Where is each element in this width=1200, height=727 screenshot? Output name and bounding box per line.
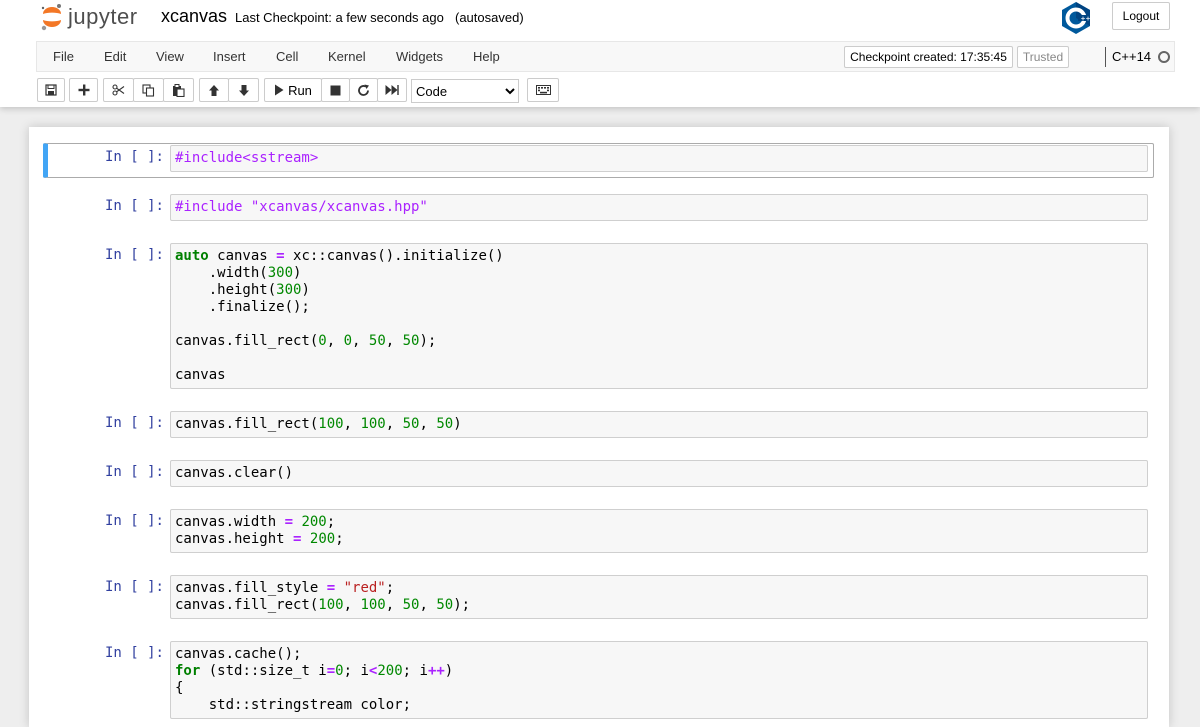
code-cell[interactable]: In [ ]: canvas.clear() [29,458,1169,493]
kernel-name[interactable]: C++14 [1112,49,1151,64]
run-button[interactable]: Run [264,78,322,102]
cpp-logo-icon: ++ [1060,1,1092,35]
menu-help[interactable]: Help [473,49,500,64]
input-prompt: In [ ]: [104,645,164,661]
arrow-down-icon [238,84,249,96]
notebook-name[interactable]: xcanvas [161,6,227,27]
code-line: canvas.width = 200; [175,514,336,530]
jupyter-logo-icon [41,4,61,31]
input-prompt: In [ ]: [104,198,164,214]
input-prompt: In [ ]: [104,415,164,431]
code-line: #include "xcanvas/xcanvas.hpp" [175,199,428,215]
kernel-separator [1105,47,1106,67]
paste-button[interactable] [163,78,194,102]
code-editor[interactable]: canvas.cache(); for (std::size_t i=0; i<2… [170,641,1148,719]
code-cell[interactable]: In [ ]: #include "xcanvas/xcanvas.hpp" [29,192,1169,227]
menu-kernel[interactable]: Kernel [328,49,366,64]
code-editor[interactable]: #include "xcanvas/xcanvas.hpp" [170,194,1148,221]
checkpoint-notification: Checkpoint created: 17:35:45 [844,46,1013,68]
trusted-indicator[interactable]: Trusted [1017,46,1069,68]
code-editor[interactable]: auto canvas = xc::canvas().initialize() … [170,243,1148,389]
keyboard-icon [535,85,551,95]
code-line: for (std::size_t i=0; i<200; i++) [175,663,454,679]
code-line: canvas.clear() [175,465,294,481]
run-label: Run [288,82,312,98]
code-line: canvas.fill_style = "red"; [175,580,395,596]
save-icon [45,84,57,96]
menu-edit[interactable]: Edit [104,49,126,64]
svg-text:++: ++ [1081,16,1091,23]
paste-icon [173,83,185,97]
input-prompt: In [ ]: [104,247,164,263]
code-line: auto canvas = xc::canvas().initialize() [175,248,504,264]
logout-button[interactable]: Logout [1112,2,1170,30]
move-down-button[interactable] [228,78,259,102]
play-icon [275,84,284,96]
code-cell[interactable]: In [ ]: canvas.width = 200; canvas.height … [29,507,1169,559]
restart-button[interactable] [349,78,378,102]
insert-cell-button[interactable] [69,78,98,102]
code-editor[interactable]: canvas.width = 200; canvas.height = 200; [170,509,1148,553]
code-line: .finalize(); [175,299,310,315]
code-cell[interactable]: In [ ]: #include<sstream> [43,143,1154,178]
code-editor[interactable]: canvas.fill_style = "red"; canvas.fill_re… [170,575,1148,619]
code-line: canvas.height = 200; [175,531,344,547]
menu-cell[interactable]: Cell [276,49,298,64]
copy-button[interactable] [133,78,164,102]
code-line: canvas.cache(); [175,646,302,662]
code-line: #include<sstream> [175,150,319,166]
code-line: canvas [175,367,226,383]
copy-icon [142,83,155,97]
code-line: canvas.fill_rect(0, 0, 50, 50); [175,333,437,349]
code-editor[interactable]: canvas.fill_rect(100, 100, 50, 50) [170,411,1148,438]
menu-insert[interactable]: Insert [213,49,246,64]
command-palette-button[interactable] [527,78,559,102]
code-line: canvas.fill_rect(100, 100, 50, 50) [175,416,462,432]
restart-run-all-button[interactable] [377,78,407,102]
plus-icon [78,84,89,96]
input-prompt: In [ ]: [104,149,164,165]
jupyter-logo[interactable]: jupyter [40,3,138,31]
cut-button[interactable] [103,78,134,102]
notebook-header: jupyter xcanvas Last Checkpoint: a few s… [0,0,1200,107]
code-line: { [175,680,184,696]
checkpoint-status: Last Checkpoint: a few seconds ago [235,10,444,25]
cell-type-select[interactable]: Code [411,79,519,103]
jupyter-logo-text: jupyter [68,4,138,29]
code-cell[interactable]: In [ ]: canvas.fill_rect(100, 100, 50, 50… [29,409,1169,444]
code-editor[interactable]: canvas.clear() [170,460,1148,487]
fast-forward-icon [385,85,399,95]
code-line: .height(300) [175,282,310,298]
code-cell[interactable]: In [ ]: canvas.cache(); for (std::size_t i… [29,639,1169,725]
code-line: .width(300) [175,265,302,281]
scissors-icon [112,84,125,96]
save-button[interactable] [37,78,65,102]
stop-icon [330,85,341,95]
code-cell[interactable]: In [ ]: canvas.fill_style = "red"; canvas.… [29,573,1169,625]
arrow-up-icon [209,84,219,96]
code-line: canvas.fill_rect(100, 100, 50, 50); [175,597,471,613]
menu-file[interactable]: File [53,49,74,64]
menu-view[interactable]: View [156,49,184,64]
notebook-container: In [ ]: #include<sstream> In [ ]: #include … [29,127,1169,727]
kernel-idle-icon [1158,51,1170,63]
input-prompt: In [ ]: [104,579,164,595]
move-up-button[interactable] [199,78,229,102]
input-prompt: In [ ]: [104,464,164,480]
input-prompt: In [ ]: [104,513,164,529]
code-cell[interactable]: In [ ]: auto canvas = xc::canvas().initia… [29,241,1169,395]
code-line: std::stringstream color; [175,697,412,713]
menu-widgets[interactable]: Widgets [396,49,443,64]
interrupt-button[interactable] [321,78,350,102]
autosave-status: (autosaved) [455,10,524,25]
restart-icon [358,84,369,96]
code-editor[interactable]: #include<sstream> [170,145,1148,172]
